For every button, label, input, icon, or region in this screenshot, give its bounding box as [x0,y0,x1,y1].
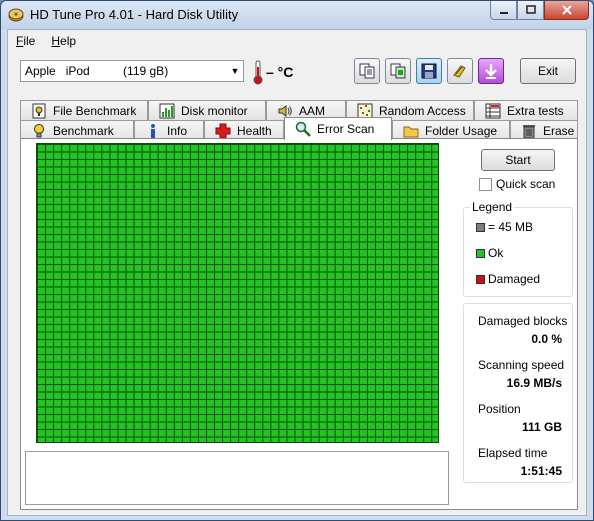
maximize-button[interactable] [517,1,544,20]
window-title: HD Tune Pro 4.01 - Hard Disk Utility [30,7,239,22]
drive-select-value: Apple iPod (119 gB) [25,64,169,78]
quick-scan-box[interactable] [479,177,492,191]
start-button[interactable]: Start [481,149,555,171]
scan-stats-group: Damaged blocks 0.0 % Scanning speed 16.9… [463,303,573,483]
legend-ok-label: Ok [488,246,504,260]
tab-benchmark-label: Benchmark [53,123,114,138]
scan-log-box[interactable] [25,451,449,505]
scanning-speed-label: Scanning speed [478,358,565,372]
save-button[interactable] [416,58,442,84]
options-button[interactable] [447,58,473,84]
magnifier-icon [295,121,311,137]
copy-screenshot-icon [390,63,406,79]
exit-button[interactable]: Exit [520,58,576,84]
options-icon [453,65,466,78]
tab-file-benchmark-label: File Benchmark [53,103,137,118]
legend-item-block-size: = 45 MB [476,220,533,234]
title-bar[interactable]: HD Tune Pro 4.01 - Hard Disk Utility [1,1,593,29]
legend-damaged-label: Damaged [488,272,541,286]
tab-info-label: Info [167,123,188,138]
position-label: Position [478,402,521,416]
minimize-icon [499,12,508,14]
legend-swatch-block [476,222,485,232]
save-icon [421,63,437,79]
legend-item-damaged: Damaged [476,272,540,286]
tab-error-scan[interactable]: Error Scan [284,117,392,140]
copy-info-icon [359,63,375,79]
file-benchmark-icon [32,103,46,118]
legend-title: Legend [470,200,515,214]
disk-monitor-icon [159,103,175,118]
scan-block-grid [36,143,439,443]
menu-help[interactable]: Help [43,34,84,48]
quick-scan-label: Quick scan [496,177,556,191]
tab-extra-tests[interactable]: Extra tests [474,100,578,120]
damaged-blocks-value: 0.0 % [531,332,562,346]
tab-benchmark[interactable]: Benchmark [20,120,134,140]
tab-health[interactable]: Health [204,120,284,140]
tab-health-label: Health [237,123,272,138]
extra-tests-icon [485,103,501,118]
tabs-bottom-row: Benchmark Info Health Error Scan Folder … [20,117,578,140]
folder-icon [403,126,419,137]
position-value: 111 GB [521,420,562,434]
scanning-speed-value: 16.9 MB/s [506,376,562,390]
tab-aam-label: AAM [299,103,326,118]
menu-help-label: elp [60,34,77,48]
legend-group: Legend = 45 MB Ok Damaged [463,200,573,297]
download-arrow-icon [485,64,497,79]
menu-file[interactable]: File [8,34,43,48]
hdtune-app-icon [8,8,24,22]
window-controls [490,1,589,21]
tab-folder-usage[interactable]: Folder Usage [392,120,510,140]
menu-file-label: ile [23,34,36,48]
tab-erase[interactable]: Erase [510,120,578,140]
damaged-blocks-label: Damaged blocks [478,314,568,328]
trash-icon [523,124,535,138]
copy-info-button[interactable] [354,58,380,84]
menu-help-hotkey: H [51,34,61,48]
minimize-button[interactable] [490,1,517,20]
tab-folder-usage-label: Folder Usage [425,123,498,138]
legend-swatch-ok [476,248,485,258]
legend-item-ok: Ok [476,246,503,260]
tab-file-benchmark[interactable]: File Benchmark [20,100,148,120]
copy-screenshot-button[interactable] [385,58,411,84]
tab-error-scan-label: Error Scan [317,122,375,136]
error-scan-panel: Start Quick scan Legend = 45 MB Ok Damag… [20,138,578,510]
thermometer-icon [253,60,263,85]
maximize-icon [525,5,536,14]
health-icon [215,123,231,138]
benchmark-icon [34,123,44,137]
tab-disk-monitor[interactable]: Disk monitor [148,100,266,120]
elapsed-time-label: Elapsed time [478,446,548,460]
tab-info[interactable]: Info [134,120,204,140]
drive-select[interactable]: Apple iPod (119 gB) ▼ [20,60,244,82]
info-icon [151,123,155,138]
quick-scan-checkbox[interactable]: Quick scan [479,177,555,191]
app-window: HD Tune Pro 4.01 - Hard Disk Utility Fil… [0,0,594,521]
close-icon [561,5,572,15]
legend-block-size-label: = 45 MB [488,220,534,234]
temperature-readout: – °C [266,64,294,80]
menu-bar: File Help [8,30,586,52]
toolbar: Apple iPod (119 gB) ▼ – °C Exit [8,54,586,90]
legend-swatch-damaged [476,274,485,284]
tab-erase-label: Erase [543,123,575,138]
chevron-down-icon[interactable]: ▼ [227,61,243,81]
tab-random-access-label: Random Access [379,103,466,118]
client-area: File Help Apple iPod (119 gB) ▼ – °C Exi… [7,29,587,516]
tab-extra-tests-label: Extra tests [507,103,564,118]
tab-disk-monitor-label: Disk monitor [181,103,248,118]
elapsed-time-value: 1:51:45 [520,464,562,478]
close-button[interactable] [544,1,589,20]
download-button[interactable] [478,58,504,84]
